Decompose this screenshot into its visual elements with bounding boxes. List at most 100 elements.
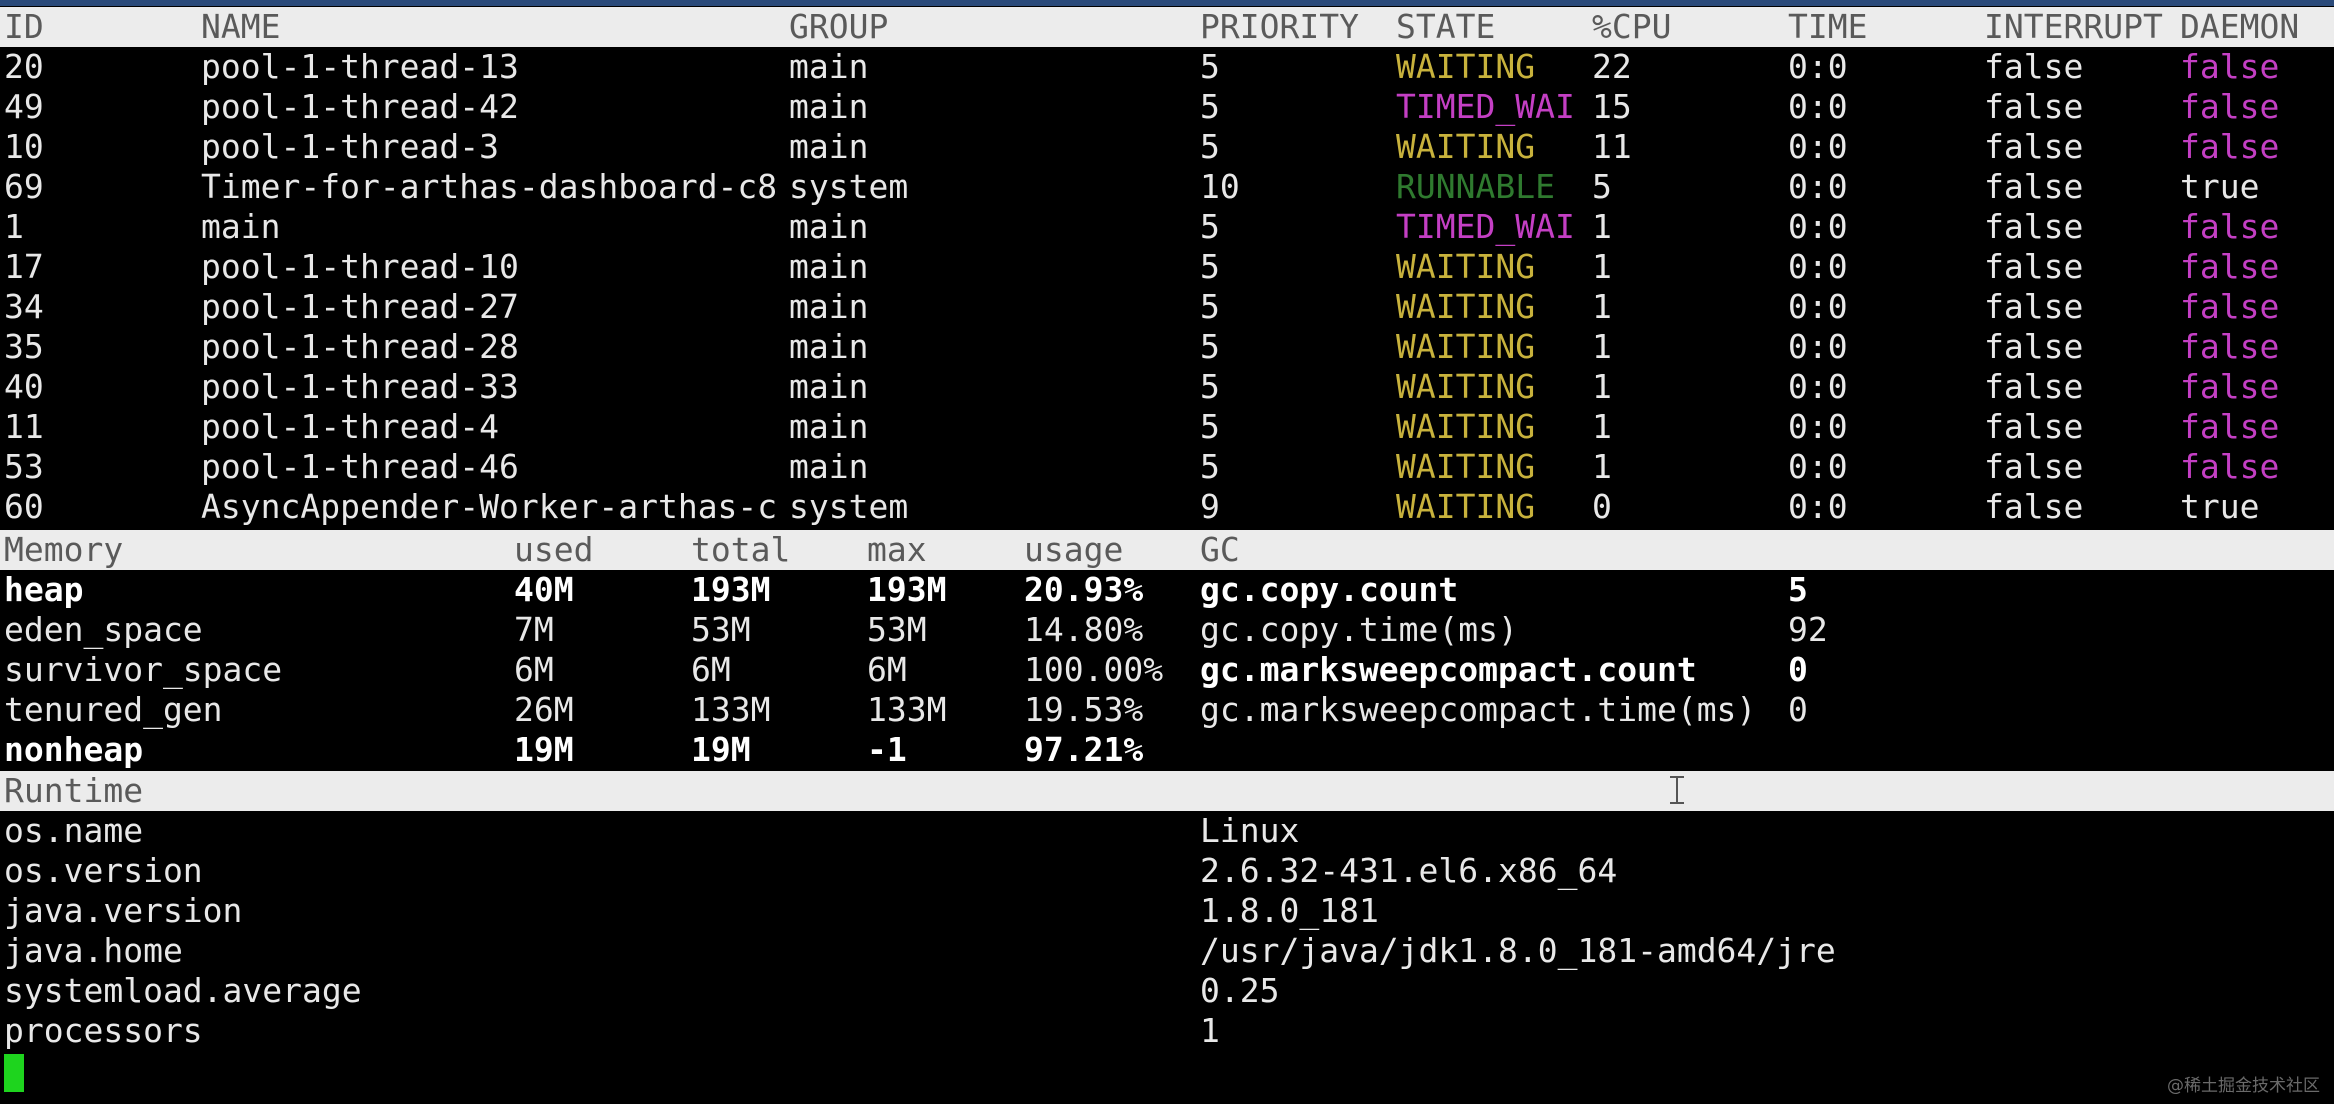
thread-priority-cell: 5 — [1200, 207, 1220, 246]
thread-cpu-cell: 11 — [1592, 127, 1632, 166]
thread-name-cell: pool-1-thread-4 — [201, 407, 500, 446]
thread-cpu-cell: 15 — [1592, 87, 1632, 126]
thread-name-cell: pool-1-thread-42 — [201, 87, 519, 126]
thread-time-cell: 0:0 — [1788, 167, 1848, 206]
thread-daemon-cell: true — [2180, 167, 2260, 206]
memory-total-cell: 19M — [691, 730, 751, 769]
window-top-edge — [0, 0, 2334, 6]
col-header-group: GROUP — [789, 7, 889, 46]
runtime-key-cell: systemload.average — [4, 971, 362, 1010]
thread-interrupt-cell: false — [1984, 287, 2084, 326]
thread-id-cell: 60 — [4, 487, 44, 526]
mouse-ibeam-cursor — [1670, 776, 1684, 804]
thread-row[interactable]: 69 Timer-for-arthas-dashboard-c8 system 10 R… — [0, 167, 2334, 207]
thread-row[interactable]: 53 pool-1-thread-46 main 5 WAITING 1 0:0 false f… — [0, 447, 2334, 487]
thread-row[interactable]: 1 main main 5 TIMED_WAI 1 0:0 false false — [0, 207, 2334, 247]
memory-row: heap 40M 193M 193M 20.93% gc.copy.count 5 — [0, 570, 2334, 610]
memory-name-cell: heap — [4, 570, 84, 609]
runtime-key-cell: os.name — [4, 811, 144, 850]
thread-state-cell: TIMED_WAI — [1396, 207, 1575, 246]
thread-id-cell: 53 — [4, 447, 44, 486]
thread-row[interactable]: 11 pool-1-thread-4 main 5 WAITING 1 0:0 false fa… — [0, 407, 2334, 447]
memory-header-usage: usage — [1024, 530, 1124, 569]
memory-name-cell: survivor_space — [4, 650, 283, 689]
memory-max-cell: 6M — [867, 650, 907, 689]
memory-max-cell: 133M — [867, 690, 947, 729]
thread-id-cell: 40 — [4, 367, 44, 406]
gc-value-cell: 0 — [1788, 690, 1808, 729]
thread-id-cell: 49 — [4, 87, 44, 126]
runtime-row: os.version 2.6.32-431.el6.x86_64 — [0, 851, 2334, 891]
gc-name-cell: gc.marksweepcompact.count — [1200, 650, 1697, 689]
memory-used-cell: 6M — [514, 650, 554, 689]
thread-daemon-cell: false — [2180, 127, 2280, 166]
memory-row: nonheap 19M 19M -1 97.21% — [0, 730, 2334, 770]
thread-id-cell: 34 — [4, 287, 44, 326]
thread-interrupt-cell: false — [1984, 207, 2084, 246]
thread-cpu-cell: 0 — [1592, 487, 1612, 526]
thread-row[interactable]: 40 pool-1-thread-33 main 5 WAITING 1 0:0 false f… — [0, 367, 2334, 407]
thread-time-cell: 0:0 — [1788, 127, 1848, 166]
thread-state-cell: WAITING — [1396, 367, 1536, 406]
memory-usage-cell: 14.80% — [1024, 610, 1144, 649]
runtime-row: systemload.average 0.25 — [0, 971, 2334, 1011]
thread-interrupt-cell: false — [1984, 247, 2084, 286]
thread-time-cell: 0:0 — [1788, 407, 1848, 446]
thread-state-cell: WAITING — [1396, 287, 1536, 326]
memory-usage-cell: 19.53% — [1024, 690, 1144, 729]
thread-time-cell: 0:0 — [1788, 327, 1848, 366]
col-header-cpu: %CPU — [1592, 7, 1672, 46]
runtime-row: processors 1 — [0, 1011, 2334, 1051]
runtime-row: os.name Linux — [0, 811, 2334, 851]
thread-interrupt-cell: false — [1984, 447, 2084, 486]
thread-name-cell: pool-1-thread-27 — [201, 287, 519, 326]
memory-section-header: Memory used total max usage GC — [0, 530, 2334, 570]
thread-group-cell: main — [789, 127, 869, 166]
thread-interrupt-cell: false — [1984, 167, 2084, 206]
runtime-key-cell: processors — [4, 1011, 203, 1050]
thread-row[interactable]: 20 pool-1-thread-13 main 5 WAITING 22 0:0 false… — [0, 47, 2334, 87]
thread-interrupt-cell: false — [1984, 87, 2084, 126]
thread-interrupt-cell: false — [1984, 127, 2084, 166]
thread-row[interactable]: 49 pool-1-thread-42 main 5 TIMED_WAI 15 0:0 fal… — [0, 87, 2334, 127]
thread-state-cell: WAITING — [1396, 127, 1536, 166]
memory-header-max: max — [867, 530, 927, 569]
thread-daemon-cell: false — [2180, 407, 2280, 446]
thread-cpu-cell: 1 — [1592, 207, 1612, 246]
runtime-key-cell: java.version — [4, 891, 243, 930]
memory-total-cell: 133M — [691, 690, 771, 729]
gc-header-label: GC — [1200, 530, 1240, 569]
memory-name-cell: eden_space — [4, 610, 203, 649]
thread-daemon-cell: true — [2180, 487, 2260, 526]
thread-row[interactable]: 10 pool-1-thread-3 main 5 WAITING 11 0:0 false f… — [0, 127, 2334, 167]
thread-priority-cell: 5 — [1200, 447, 1220, 486]
thread-row[interactable]: 35 pool-1-thread-28 main 5 WAITING 1 0:0 false f… — [0, 327, 2334, 367]
thread-priority-cell: 5 — [1200, 327, 1220, 366]
runtime-header-label: Runtime — [4, 771, 144, 810]
runtime-value-cell: 1 — [1200, 1011, 1220, 1050]
thread-row[interactable]: 34 pool-1-thread-27 main 5 WAITING 1 0:0 false f… — [0, 287, 2334, 327]
thread-priority-cell: 9 — [1200, 487, 1220, 526]
col-header-daemon: DAEMON — [2180, 7, 2300, 46]
thread-time-cell: 0:0 — [1788, 287, 1848, 326]
thread-interrupt-cell: false — [1984, 367, 2084, 406]
thread-row[interactable]: 17 pool-1-thread-10 main 5 WAITING 1 0:0 false f… — [0, 247, 2334, 287]
thread-group-cell: main — [789, 367, 869, 406]
thread-time-cell: 0:0 — [1788, 47, 1848, 86]
memory-total-cell: 53M — [691, 610, 751, 649]
terminal-window[interactable]: ID NAME GROUP PRIORITY STATE %CPU TIME I… — [0, 0, 2334, 1104]
thread-id-cell: 17 — [4, 247, 44, 286]
thread-time-cell: 0:0 — [1788, 247, 1848, 286]
memory-header-label: Memory — [4, 530, 124, 569]
thread-time-cell: 0:0 — [1788, 367, 1848, 406]
thread-row[interactable]: 60 AsyncAppender-Worker-arthas-c system 9 WA… — [0, 487, 2334, 527]
terminal-block-cursor[interactable] — [4, 1054, 24, 1092]
gc-value-cell: 0 — [1788, 650, 1808, 689]
memory-max-cell: -1 — [867, 730, 907, 769]
memory-header-total: total — [691, 530, 791, 569]
memory-row: survivor_space 6M 6M 6M 100.00% gc.marksweepc… — [0, 650, 2334, 690]
thread-time-cell: 0:0 — [1788, 487, 1848, 526]
thread-group-cell: main — [789, 447, 869, 486]
thread-group-cell: main — [789, 407, 869, 446]
memory-total-cell: 6M — [691, 650, 731, 689]
